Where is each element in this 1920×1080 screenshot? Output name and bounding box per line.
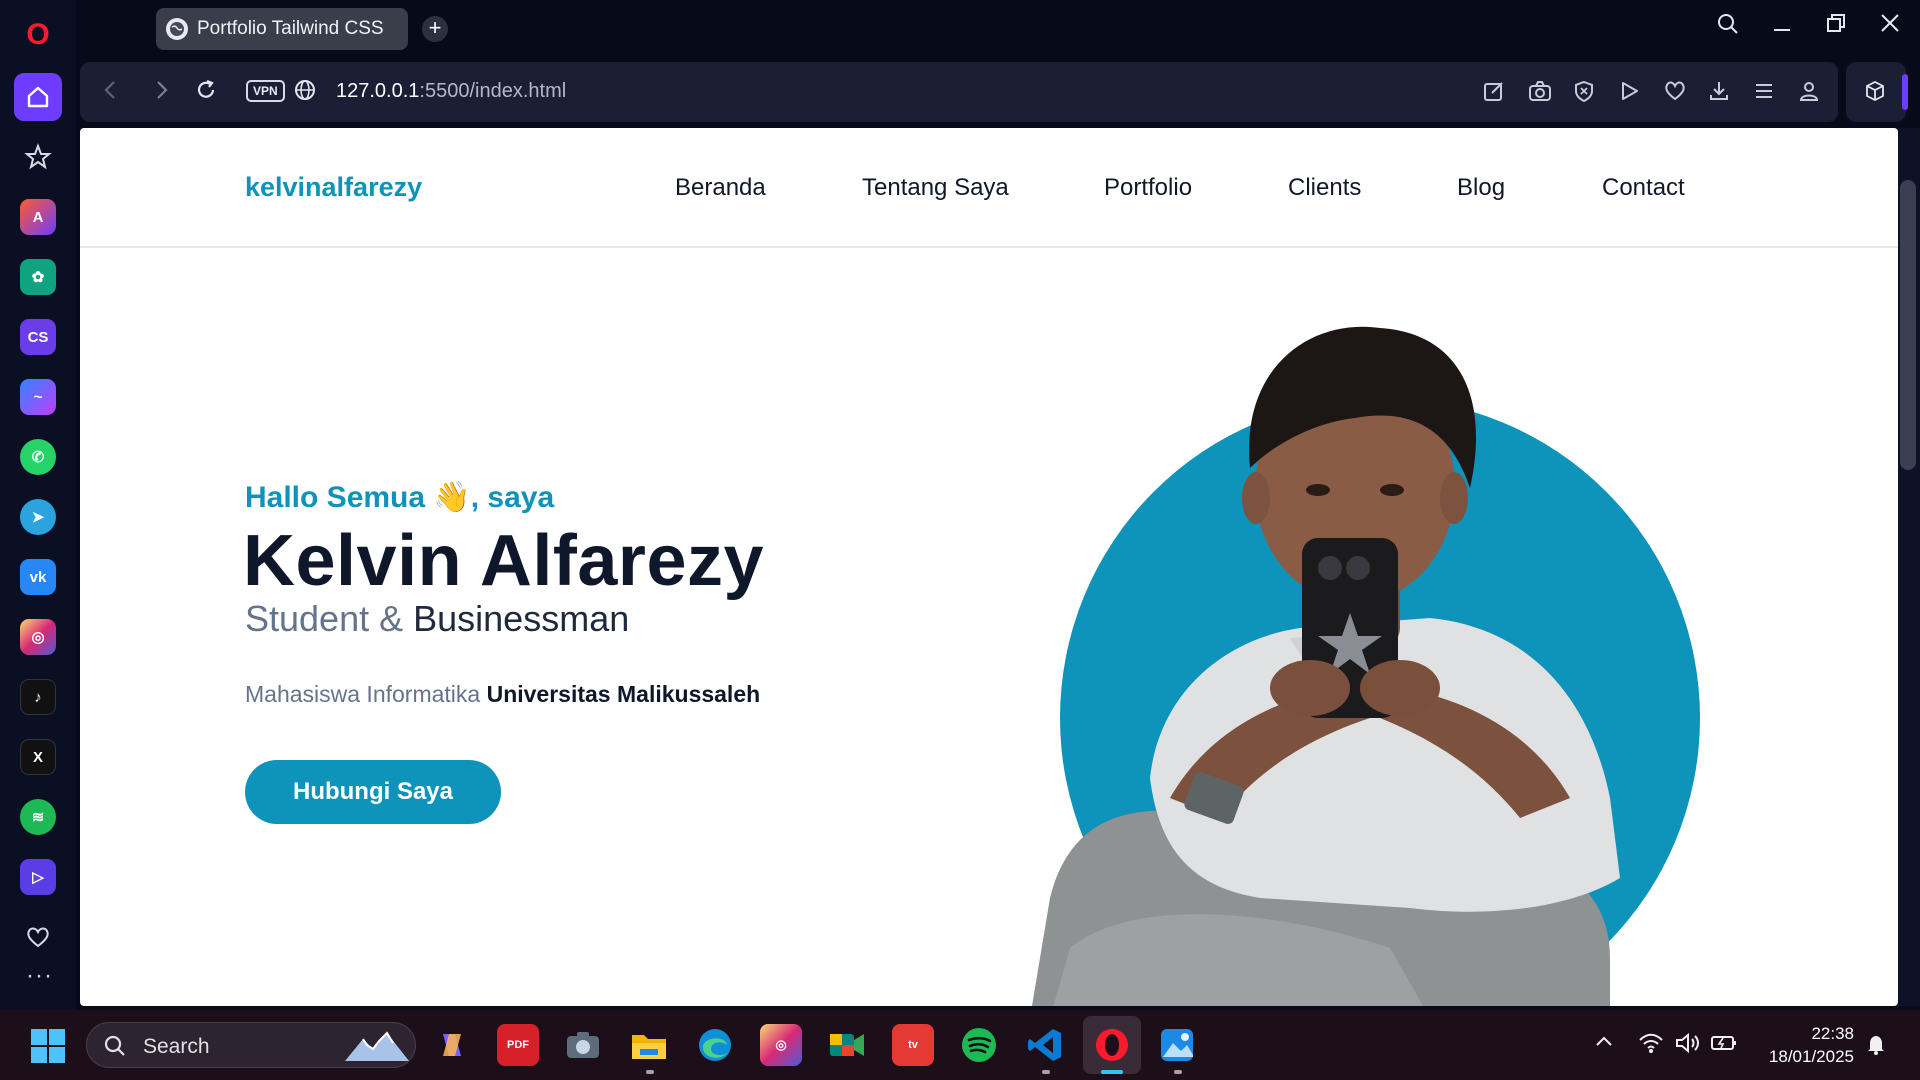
taskbar-opera-icon[interactable] bbox=[1091, 1024, 1133, 1066]
minimize-icon[interactable] bbox=[1772, 10, 1792, 41]
taskbar-edge-icon[interactable] bbox=[694, 1024, 736, 1066]
taskbar-pdf-icon[interactable]: PDF bbox=[497, 1024, 539, 1066]
close-icon[interactable] bbox=[1880, 12, 1900, 40]
address-bar: VPN 127.0.0.1:5500/index.html bbox=[80, 62, 1838, 122]
desc-university: Universitas Malikussaleh bbox=[486, 681, 761, 707]
search-icon bbox=[104, 1035, 125, 1056]
sidebar-vk-icon[interactable]: vk bbox=[14, 553, 62, 601]
back-icon[interactable] bbox=[100, 78, 122, 109]
sidebar-chatsonic-icon[interactable]: CS bbox=[14, 313, 62, 361]
clock-date: 18/01/2025 bbox=[1768, 1047, 1854, 1066]
taskbar-ome-tv-icon[interactable]: tv bbox=[892, 1024, 934, 1066]
extensions-box bbox=[1846, 62, 1906, 122]
desc-major: Mahasiswa Informatika bbox=[245, 681, 487, 707]
desktop-screen: O A ✿ CS ~ ✆ ➤ vk ◎ ♪ X ≋ ▷ ··· Portfoli… bbox=[0, 0, 1920, 1080]
taskbar-copilot-icon[interactable] bbox=[431, 1024, 473, 1066]
header-divider bbox=[80, 246, 1898, 248]
hero-role: Student & Businessman bbox=[245, 598, 629, 640]
taskbar-instagram-icon[interactable]: ◎ bbox=[760, 1024, 802, 1066]
taskbar-spotify-icon[interactable] bbox=[958, 1024, 1000, 1066]
nav-tentang-saya[interactable]: Tentang Saya bbox=[862, 174, 1009, 202]
sidebar-x-icon[interactable]: X bbox=[14, 733, 62, 781]
hero-portrait-image bbox=[1032, 326, 1700, 1006]
edit-share-icon[interactable] bbox=[1483, 80, 1505, 108]
sidebar-chatgpt-icon[interactable]: ✿ bbox=[14, 253, 62, 301]
opera-sidebar: O A ✿ CS ~ ✆ ➤ vk ◎ ♪ X ≋ ▷ ··· bbox=[0, 0, 76, 1010]
site-info-globe-icon[interactable] bbox=[294, 79, 316, 107]
favorite-heart-icon[interactable] bbox=[1663, 80, 1687, 108]
new-tab-button[interactable]: + bbox=[422, 16, 448, 42]
sidebar-more-icon[interactable]: ··· bbox=[26, 962, 53, 990]
sidebar-whatsapp-icon[interactable]: ✆ bbox=[14, 433, 62, 481]
opera-active-indicator bbox=[1101, 1070, 1123, 1074]
taskbar-search-box[interactable]: Search bbox=[86, 1022, 416, 1068]
profile-user-icon[interactable] bbox=[1798, 80, 1820, 108]
vpn-badge[interactable]: VPN bbox=[246, 80, 285, 102]
sidebar-spotify-icon[interactable]: ≋ bbox=[14, 793, 62, 841]
web-page: kelvinalfarezy Beranda Tentang Saya Port… bbox=[80, 128, 1898, 1006]
site-brand[interactable]: kelvinalfarezy bbox=[245, 172, 422, 203]
extensions-cube-icon[interactable] bbox=[1864, 80, 1886, 108]
sidebar-tiktok-icon[interactable]: ♪ bbox=[14, 673, 62, 721]
restore-icon[interactable] bbox=[1826, 12, 1846, 40]
explorer-open-indicator bbox=[646, 1070, 654, 1074]
wifi-icon[interactable] bbox=[1638, 1032, 1664, 1060]
nav-portfolio[interactable]: Portfolio bbox=[1104, 174, 1192, 202]
site-favicon-icon bbox=[166, 18, 188, 40]
vscode-open-indicator bbox=[1042, 1070, 1050, 1074]
snapshot-camera-icon[interactable] bbox=[1528, 80, 1552, 108]
show-hidden-icons-chevron-icon[interactable] bbox=[1594, 1032, 1614, 1058]
sidebar-bookmarks-icon[interactable] bbox=[14, 133, 62, 181]
player-play-icon[interactable] bbox=[1618, 80, 1640, 108]
tab-title: Portfolio Tailwind CSS bbox=[197, 18, 384, 39]
url-host: 127.0.0.1 bbox=[336, 80, 420, 102]
url-field[interactable]: 127.0.0.1:5500/index.html bbox=[336, 80, 566, 103]
nav-clients[interactable]: Clients bbox=[1288, 174, 1361, 202]
nav-blog[interactable]: Blog bbox=[1457, 174, 1505, 202]
page-scroll-thumb[interactable] bbox=[1900, 180, 1916, 470]
taskbar-google-meet-icon[interactable] bbox=[826, 1024, 868, 1066]
photos-open-indicator bbox=[1174, 1070, 1182, 1074]
url-path: :5500/index.html bbox=[419, 80, 567, 102]
download-icon[interactable] bbox=[1708, 80, 1730, 108]
sidebar-instagram-icon[interactable]: ◎ bbox=[14, 613, 62, 661]
notifications-icon[interactable] bbox=[1864, 1032, 1888, 1062]
reload-icon[interactable] bbox=[194, 78, 218, 109]
role-student: Student & bbox=[245, 598, 414, 639]
tab-portfolio[interactable]: Portfolio Tailwind CSS bbox=[156, 8, 408, 50]
nav-contact[interactable]: Contact bbox=[1602, 174, 1685, 202]
sidebar-messenger-icon[interactable]: ~ bbox=[14, 373, 62, 421]
sidebar-heart-icon[interactable] bbox=[14, 913, 62, 961]
sidebar-home-icon[interactable] bbox=[14, 73, 62, 121]
search-highlight-mountains-icon bbox=[345, 1031, 409, 1061]
tab-strip: Portfolio Tailwind CSS + bbox=[76, 0, 1920, 58]
volume-icon[interactable] bbox=[1674, 1032, 1700, 1060]
windows-taskbar: Search PDF ◎ tv 22:38 18/01/2025 bbox=[0, 1010, 1920, 1080]
taskbar-camera-icon[interactable] bbox=[562, 1024, 604, 1066]
easy-setup-menu-icon[interactable] bbox=[1753, 80, 1775, 108]
hero-description: Mahasiswa Informatika Universitas Maliku… bbox=[245, 681, 760, 708]
sidebar-toggle-indicator[interactable] bbox=[1902, 74, 1908, 110]
taskbar-vscode-icon[interactable] bbox=[1024, 1024, 1066, 1066]
search-tabs-icon[interactable] bbox=[1716, 12, 1740, 43]
windows-start-icon[interactable] bbox=[30, 1028, 66, 1064]
battery-icon[interactable] bbox=[1710, 1032, 1738, 1060]
sidebar-aria-icon[interactable]: A bbox=[14, 193, 62, 241]
sidebar-telegram-icon[interactable]: ➤ bbox=[14, 493, 62, 541]
role-businessman: Businessman bbox=[413, 598, 630, 639]
sidebar-player-icon[interactable]: ▷ bbox=[14, 853, 62, 901]
hero-greeting: Hallo Semua 👋, saya bbox=[245, 481, 555, 514]
opera-logo-icon[interactable]: O bbox=[18, 18, 58, 58]
hero-name: Kelvin Alfarezy bbox=[243, 521, 765, 601]
clock-time: 22:38 bbox=[1811, 1024, 1854, 1043]
taskbar-file-explorer-icon[interactable] bbox=[628, 1024, 670, 1066]
taskbar-search-label: Search bbox=[143, 1035, 210, 1058]
nav-beranda[interactable]: Beranda bbox=[675, 174, 766, 202]
contact-me-button[interactable]: Hubungi Saya bbox=[245, 760, 501, 824]
system-clock[interactable]: 22:38 18/01/2025 bbox=[1769, 1022, 1854, 1068]
adblock-shield-icon[interactable] bbox=[1573, 80, 1595, 108]
forward-icon[interactable] bbox=[150, 78, 172, 109]
taskbar-photos-icon[interactable] bbox=[1156, 1024, 1198, 1066]
